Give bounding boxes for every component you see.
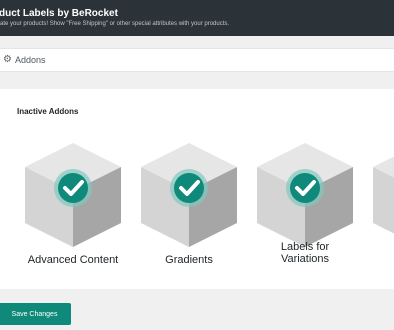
save-changes-button[interactable]: Save Changes xyxy=(0,303,71,325)
cube-icon xyxy=(25,143,121,247)
addon-card-advanced-content[interactable]: Advanced Content xyxy=(15,127,131,277)
addon-name: Labels for xyxy=(280,241,330,253)
addon-card-labels-for-variations[interactable]: Labels for Variations xyxy=(247,127,363,277)
addon-card-partial[interactable] xyxy=(363,127,394,277)
plugin-title: duct Labels by BeRocket xyxy=(0,8,118,19)
cube-icon xyxy=(373,156,394,234)
cube-icon xyxy=(141,143,237,247)
cube-icon xyxy=(257,143,353,247)
addon-name: Advanced Content xyxy=(27,254,119,266)
gear-icon: ⚙ xyxy=(3,54,12,65)
plugin-description: ate your products! Show "Free Shipping" … xyxy=(0,21,230,27)
addon-name: Gradients xyxy=(165,254,213,266)
section-title: Inactive Addons xyxy=(17,107,79,116)
tab-addons[interactable]: ⚙ Addons xyxy=(0,48,394,72)
addon-name-line2: Variations xyxy=(280,253,330,265)
plugin-header: duct Labels by BeRocket ate your product… xyxy=(0,0,394,36)
tab-addons-label: Addons xyxy=(15,55,46,65)
addons-panel: Inactive Addons Advanced Content Gradien… xyxy=(0,89,394,289)
addon-card-gradients[interactable]: Gradients xyxy=(131,127,247,277)
